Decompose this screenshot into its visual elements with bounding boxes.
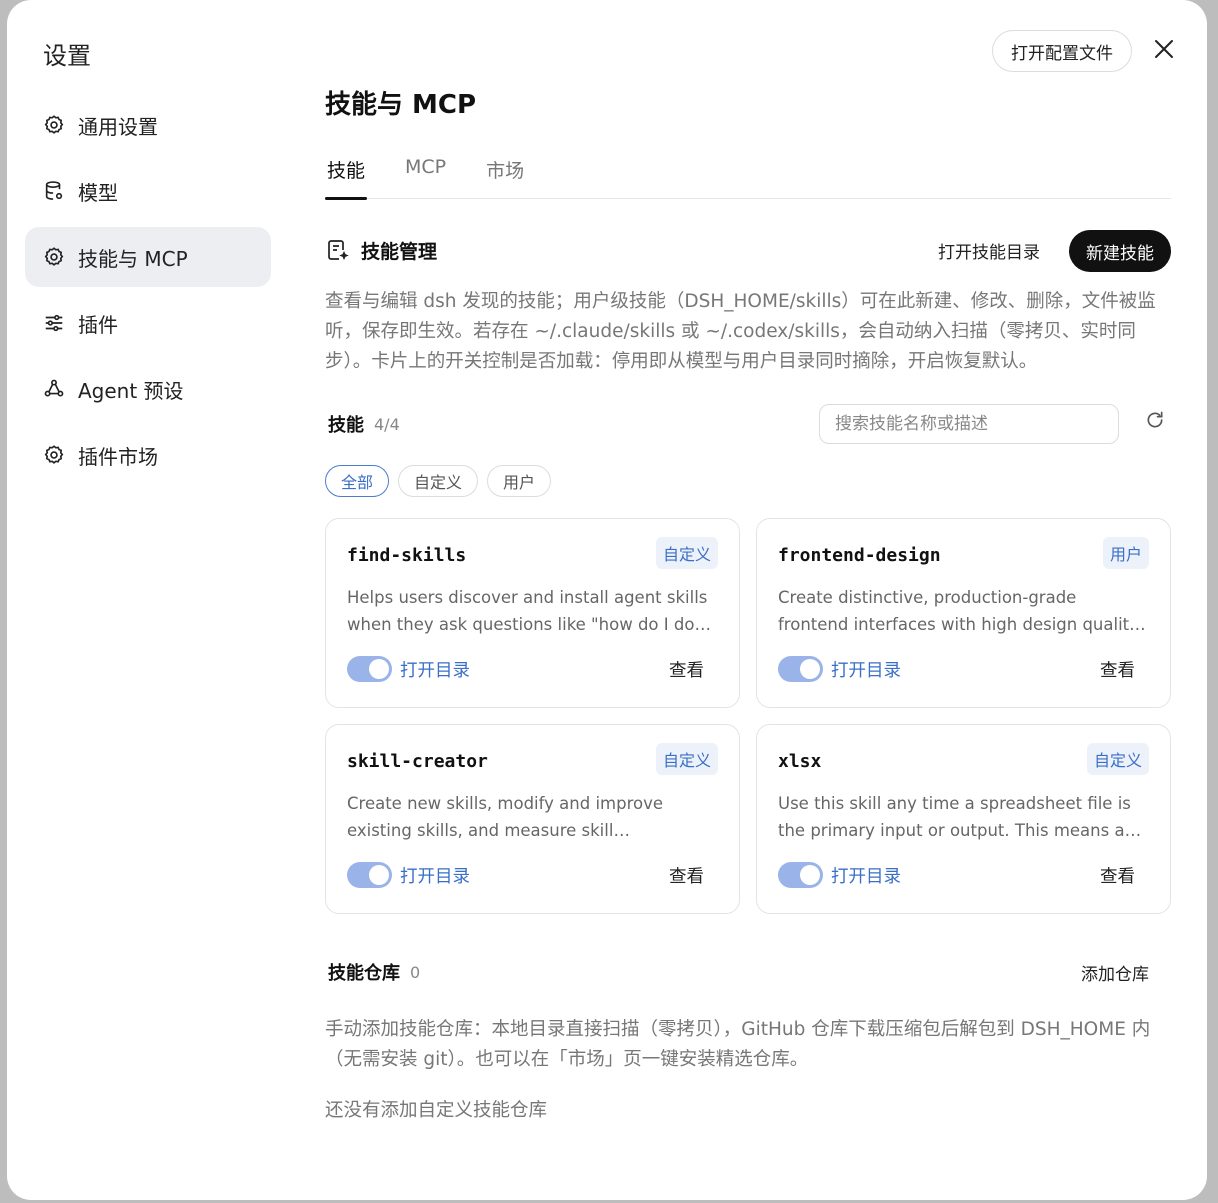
tab-skills[interactable]: 技能 (325, 154, 368, 200)
repos-count: 0 (410, 962, 421, 982)
skill-card: skill-creator 自定义 Create new skills, mod… (325, 724, 740, 914)
toggle-knob (369, 659, 389, 679)
skill-enable-toggle[interactable] (778, 862, 823, 888)
repos-title: 技能仓库 (328, 963, 400, 984)
sidebar-item-model[interactable]: 模型 (25, 161, 271, 221)
sidebar-item-general[interactable]: 通用设置 (25, 95, 271, 155)
view-button[interactable]: 查看 (669, 657, 704, 682)
skills-header: 技能 4/4 (325, 404, 1171, 444)
toggle-knob (800, 865, 820, 885)
settings-dialog: 设置 通用设置 模型 技能与 MCP 插件 Agent 预设 插件市场 打开配置… (7, 0, 1207, 1200)
skill-type-badge: 自定义 (655, 743, 718, 775)
refresh-icon (1145, 410, 1165, 434)
toggle-knob (369, 865, 389, 885)
skill-card: find-skills 自定义 Helps users discover and… (325, 518, 740, 708)
sidebar-item-label: Agent 预设 (78, 378, 184, 403)
skill-type-badge: 用户 (1102, 537, 1149, 569)
repos-empty-state: 还没有添加自定义技能仓库 (325, 1100, 548, 1121)
skills-count: 4/4 (374, 414, 400, 434)
view-button[interactable]: 查看 (1100, 657, 1135, 682)
sidebar-item-agent-presets[interactable]: Agent 预设 (25, 359, 271, 419)
open-dir-link[interactable]: 打开目录 (831, 863, 901, 888)
document-sparkle-icon (325, 237, 351, 263)
skill-description: Use this skill any time a spreadsheet fi… (778, 794, 1145, 840)
sidebar-title: 设置 (43, 42, 91, 70)
tab-bar: 技能 MCP 市场 (325, 154, 1171, 200)
view-button[interactable]: 查看 (669, 863, 704, 888)
page-title: 技能与 MCP (325, 90, 477, 120)
refresh-button[interactable] (1143, 410, 1167, 434)
gear-icon (42, 443, 66, 467)
sidebar-item-plugin-market[interactable]: 插件市场 (25, 425, 271, 485)
skill-management-header: 技能管理 打开技能目录 新建技能 (325, 230, 1171, 272)
filter-all[interactable]: 全部 (325, 465, 390, 497)
open-skills-dir-button[interactable]: 打开技能目录 (931, 230, 1047, 270)
skill-repos-header: 技能仓库 0 添加仓库 (325, 955, 1171, 989)
sidebar-item-label: 插件市场 (78, 444, 158, 469)
view-button[interactable]: 查看 (1100, 863, 1135, 888)
skill-description: Create distinctive, production-grade fro… (778, 588, 1142, 634)
sidebar-item-label: 通用设置 (78, 114, 158, 139)
skill-enable-toggle[interactable] (347, 862, 392, 888)
add-repo-button[interactable]: 添加仓库 (1081, 960, 1149, 985)
database-icon (42, 179, 66, 203)
open-dir-link[interactable]: 打开目录 (400, 863, 470, 888)
tab-market[interactable]: 市场 (484, 154, 526, 199)
section-title: 技能管理 (361, 240, 438, 263)
skill-card: frontend-design 用户 Create distinctive, p… (756, 518, 1171, 708)
skills-title: 技能 (328, 415, 364, 436)
open-config-button[interactable]: 打开配置文件 (992, 30, 1132, 72)
close-button[interactable] (1151, 38, 1177, 64)
sliders-icon (42, 311, 66, 335)
sidebar-item-label: 模型 (78, 180, 118, 205)
sidebar-item-label: 插件 (78, 312, 118, 337)
skill-type-badge: 自定义 (1086, 743, 1149, 775)
skill-card: xlsx 自定义 Use this skill any time a sprea… (756, 724, 1171, 914)
skill-management-description: 查看与编辑 dsh 发现的技能；用户级技能（DSH_HOME/skills）可在… (325, 291, 1156, 372)
agent-icon (42, 377, 66, 401)
toggle-knob (800, 659, 820, 679)
gear-icon (42, 245, 66, 269)
skill-card-grid: find-skills 自定义 Helps users discover and… (325, 518, 1171, 914)
skill-description: Create new skills, modify and improve ex… (347, 794, 664, 840)
repos-description: 手动添加技能仓库：本地目录直接扫描（零拷贝），GitHub 仓库下载压缩包后解包… (325, 1019, 1151, 1070)
filter-custom[interactable]: 自定义 (398, 465, 479, 497)
sidebar-item-plugins[interactable]: 插件 (25, 293, 271, 353)
sidebar-nav: 通用设置 模型 技能与 MCP 插件 Agent 预设 插件市场 (25, 95, 271, 491)
skill-search-input[interactable] (819, 404, 1119, 444)
skill-name: frontend-design (778, 545, 941, 566)
skill-enable-toggle[interactable] (347, 656, 392, 682)
skill-description: Helps users discover and install agent s… (347, 588, 708, 634)
sidebar-item-skills-mcp[interactable]: 技能与 MCP (25, 227, 271, 287)
filter-user[interactable]: 用户 (487, 465, 552, 497)
gear-icon (42, 113, 66, 137)
sidebar-item-label: 技能与 MCP (78, 246, 188, 271)
open-dir-link[interactable]: 打开目录 (831, 657, 901, 682)
open-dir-link[interactable]: 打开目录 (400, 657, 470, 682)
new-skill-button[interactable]: 新建技能 (1069, 230, 1171, 272)
skill-type-badge: 自定义 (655, 537, 718, 569)
skill-enable-toggle[interactable] (778, 656, 823, 682)
tab-mcp[interactable]: MCP (403, 154, 448, 199)
close-icon (1154, 39, 1174, 63)
skill-filters: 全部 自定义 用户 (325, 465, 560, 497)
